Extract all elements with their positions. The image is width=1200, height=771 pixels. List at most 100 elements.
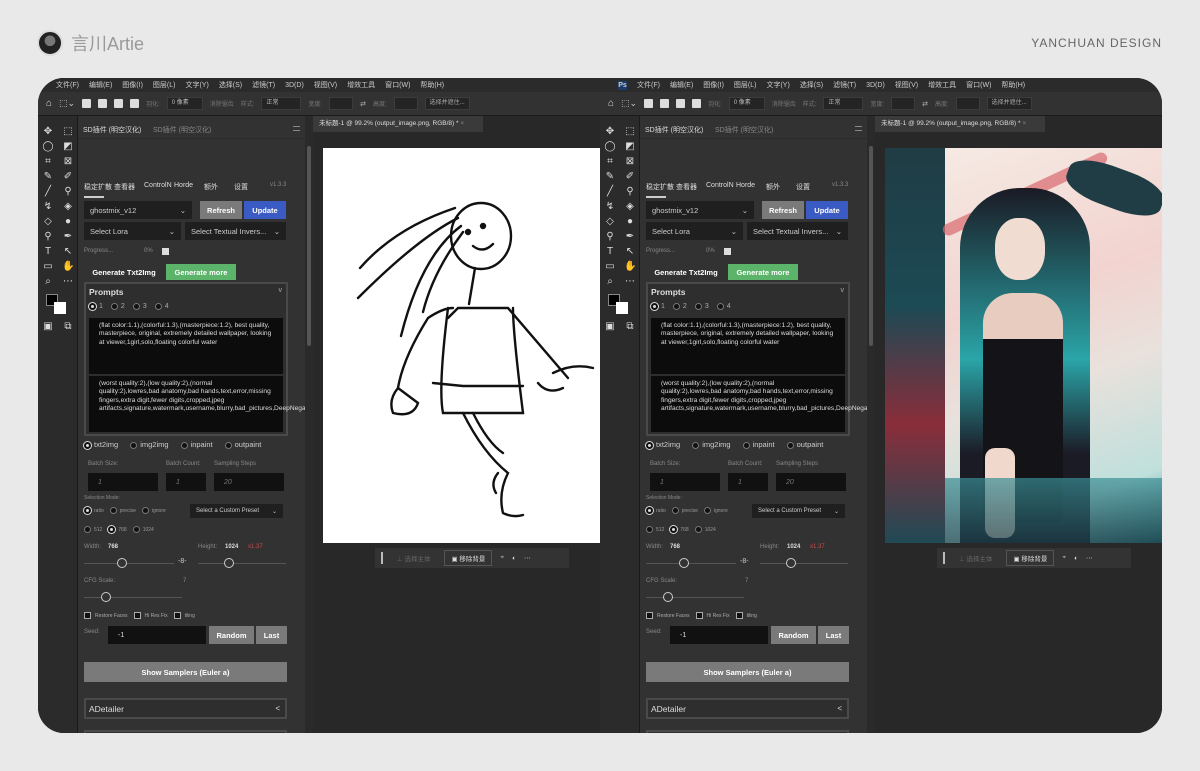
width-input[interactable] — [891, 97, 916, 110]
prompt-tab[interactable]: 3 — [694, 303, 709, 310]
more-options-icon[interactable]: ⋯ — [1086, 554, 1093, 562]
history-brush-icon[interactable]: ↯ — [42, 201, 54, 213]
select-tool-icon[interactable]: ◩ — [624, 141, 636, 153]
subtract-selection-icon[interactable] — [114, 99, 124, 108]
subtab[interactable]: 稳定扩散 — [84, 182, 112, 192]
last-seed-button[interactable]: Last — [818, 626, 849, 644]
style-select[interactable]: 正常 — [823, 97, 864, 110]
subtab[interactable]: 额外 — [766, 182, 780, 192]
healing-icon[interactable]: ✐ — [62, 171, 74, 183]
eyedropper-icon[interactable]: ✎ — [42, 171, 54, 183]
adjust-icon[interactable]: ◐ — [1074, 555, 1078, 562]
selection-mode-radio[interactable]: ratio — [84, 507, 104, 514]
subtract-selection-icon[interactable] — [676, 99, 686, 108]
menu-item[interactable]: 帮助(H) — [1001, 80, 1025, 90]
batch-count-input[interactable]: 1 — [166, 473, 206, 491]
blur-icon[interactable]: ● — [624, 216, 636, 228]
menu-item[interactable]: 文件(F) — [56, 80, 79, 90]
remove-background-button[interactable]: ▣ 移除背景 — [1006, 550, 1055, 566]
close-icon[interactable]: × — [460, 120, 464, 127]
subtab[interactable]: 额外 — [204, 182, 218, 192]
height-slider[interactable] — [760, 558, 848, 568]
menu-item[interactable]: 滤镜(T) — [252, 80, 275, 90]
refresh-button[interactable]: Refresh — [762, 201, 804, 219]
negative-prompt-textarea[interactable]: (worst quality:2),(low quality:2),(norma… — [651, 376, 930, 432]
mode-radio[interactable]: img2img — [692, 440, 731, 449]
subtab[interactable]: 设置 — [234, 182, 248, 192]
option-checkbox[interactable]: tiling — [735, 612, 757, 619]
history-brush-icon[interactable]: ↯ — [604, 201, 616, 213]
option-checkbox[interactable]: Hi Res Fix — [695, 612, 730, 619]
brush-icon[interactable]: ╱ — [604, 186, 616, 198]
selection-mode-radio[interactable]: ratio — [646, 507, 666, 514]
feather-input[interactable]: 0 像素 — [166, 97, 203, 110]
select-tool-icon[interactable]: ◩ — [62, 141, 74, 153]
marquee-tool-icon[interactable]: ⬚ — [62, 126, 74, 138]
style-select[interactable]: 正常 — [261, 97, 302, 110]
random-seed-button[interactable]: Random — [209, 626, 254, 644]
batch-size-input[interactable]: 1 — [650, 473, 720, 491]
generate-txt2img-button[interactable]: Generate Txt2Img — [84, 264, 164, 280]
option-checkbox[interactable]: Restore Faces — [646, 612, 690, 619]
crop-tool-icon[interactable]: ⌗ — [604, 156, 616, 168]
update-button[interactable]: Update — [806, 201, 848, 219]
mode-radio[interactable]: outpaint — [224, 440, 261, 449]
mode-radio[interactable]: outpaint — [786, 440, 823, 449]
stamp-icon[interactable]: ⚲ — [624, 186, 636, 198]
new-selection-icon[interactable] — [82, 99, 92, 108]
antialias-checkbox[interactable]: 消除锯齿 — [772, 99, 796, 108]
size-radio[interactable]: 512 — [84, 526, 102, 533]
subtab[interactable]: Horde — [174, 182, 193, 189]
menu-item[interactable]: 滤镜(T) — [833, 80, 856, 90]
quickmask-icon[interactable]: ▣ — [42, 321, 54, 333]
menu-item[interactable]: 帮助(H) — [420, 80, 444, 90]
hand-tool-icon[interactable]: ✋ — [62, 261, 74, 273]
prompt-tab[interactable]: 2 — [110, 303, 125, 310]
prompt-tab[interactable]: 2 — [672, 303, 687, 310]
show-samplers-button[interactable]: Show Samplers (Euler a) — [84, 662, 287, 682]
expand-icon[interactable]: < — [275, 704, 280, 713]
new-selection-icon[interactable] — [644, 99, 654, 108]
crop-tool-icon[interactable]: ⌗ — [42, 156, 54, 168]
size-radio[interactable]: 512 — [646, 526, 664, 533]
dodge-icon[interactable]: ⚲ — [604, 231, 616, 243]
positive-prompt-textarea[interactable]: (flat color:1.1),(colorful:1.3),(masterp… — [89, 318, 283, 374]
menu-item[interactable]: 视图(V) — [314, 80, 337, 90]
size-radio[interactable]: 768 — [108, 526, 127, 533]
mode-radio[interactable]: txt2img — [646, 440, 680, 449]
prompt-tab[interactable]: 1 — [89, 303, 103, 310]
type-tool-icon[interactable]: T — [42, 246, 54, 258]
eyedropper-icon[interactable]: ✎ — [604, 171, 616, 183]
lora-select[interactable]: Select Lora ⌄ — [646, 222, 743, 240]
subtab[interactable]: 查看器 — [114, 182, 135, 192]
eraser-icon[interactable]: ◈ — [624, 201, 636, 213]
zoom-tool-icon[interactable]: ⌕ — [42, 276, 54, 288]
mode-radio[interactable]: img2img — [130, 440, 169, 449]
remove-background-button[interactable]: ▣ 移除背景 — [444, 550, 493, 566]
marquee-icon[interactable]: ⬚⌄ — [621, 98, 637, 109]
intersect-selection-icon[interactable] — [130, 99, 140, 108]
adetailer-section[interactable]: ADetailer < — [646, 698, 849, 719]
sampling-steps-input[interactable]: 20 — [776, 473, 846, 491]
selection-mode-radio[interactable]: ignore — [141, 507, 166, 514]
marquee-tool-icon[interactable]: ⬚ — [624, 126, 636, 138]
custom-preset-select[interactable]: Select a Custom Preset ⌄ — [190, 504, 283, 518]
menu-item[interactable]: 图像(I) — [122, 80, 143, 90]
more-tools-icon[interactable]: ⋯ — [624, 276, 636, 288]
hand-tool-icon[interactable]: ✋ — [624, 261, 636, 273]
panel-menu-icon[interactable] — [855, 126, 862, 131]
type-tool-icon[interactable]: T — [604, 246, 616, 258]
select-subject-button[interactable]: ⊥ 选择主体 — [953, 551, 998, 565]
lora-select[interactable]: Select Lora ⌄ — [84, 222, 181, 240]
selection-mode-radio[interactable]: precise — [109, 507, 136, 514]
select-and-mask-button[interactable]: 选择并遮住... — [424, 97, 470, 110]
textual-inversion-select[interactable]: Select Textual Invers... ⌄ — [185, 222, 286, 240]
menu-item[interactable]: 图层(L) — [734, 80, 757, 90]
menu-item[interactable]: 3D(D) — [285, 82, 304, 89]
selection-mode-radio[interactable]: precise — [671, 507, 698, 514]
height-input[interactable] — [393, 97, 418, 110]
antialias-checkbox[interactable]: 消除锯齿 — [210, 99, 234, 108]
collapse-icon[interactable]: v — [279, 287, 283, 294]
transform-icon[interactable]: ⌖ — [1062, 554, 1066, 562]
size-radio[interactable]: 1024 — [132, 526, 154, 533]
